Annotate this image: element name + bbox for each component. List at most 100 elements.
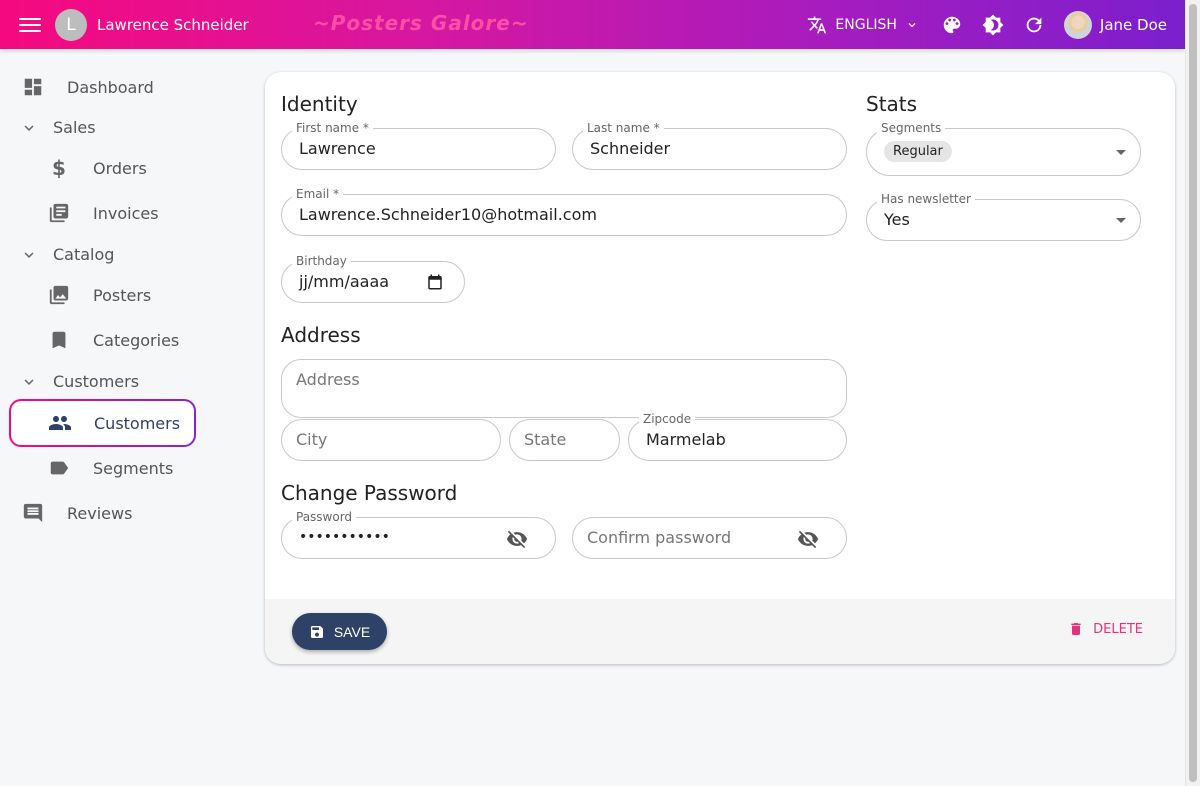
field-placeholder: City bbox=[296, 430, 328, 449]
field-placeholder: jj/mm/aaaa bbox=[299, 272, 390, 291]
visibility-off-icon[interactable] bbox=[796, 528, 820, 550]
chevron-down-icon bbox=[24, 378, 34, 385]
refresh-button[interactable] bbox=[1023, 14, 1045, 36]
sidebar-label: Customers bbox=[53, 372, 140, 391]
palette-button[interactable] bbox=[941, 14, 963, 36]
sidebar-item-segments[interactable]: Segments bbox=[48, 457, 173, 479]
first-name-field[interactable]: First name * Lawrence bbox=[281, 121, 556, 170]
field-value: Marmelab bbox=[646, 430, 726, 449]
posters-icon bbox=[48, 284, 70, 306]
field-label: Zipcode bbox=[639, 412, 696, 426]
user-menu[interactable]: Jane Doe bbox=[1063, 10, 1167, 39]
palette-icon bbox=[943, 16, 961, 33]
sidebar-label: Sales bbox=[53, 118, 96, 137]
brightness-icon bbox=[982, 14, 1004, 35]
page-title: Lawrence Schneider bbox=[97, 15, 249, 34]
confirm-password-field[interactable]: Confirm password bbox=[572, 517, 847, 559]
form-toolbar: SAVE DELETE bbox=[265, 599, 1175, 664]
delete-button[interactable]: DELETE bbox=[1068, 621, 1143, 637]
field-placeholder: Confirm password bbox=[587, 528, 732, 547]
password-field[interactable]: Password ••••••••••• bbox=[281, 510, 556, 559]
sidebar-group-customers[interactable]: Customers bbox=[20, 372, 139, 391]
sidebar-label: Categories bbox=[93, 330, 180, 350]
field-label: Password bbox=[292, 510, 357, 524]
app-bar: L Lawrence Schneider ~Posters Galore~ EN… bbox=[0, 0, 1185, 49]
address-title: Address bbox=[281, 323, 361, 347]
chevron-down-icon bbox=[24, 251, 34, 258]
sidebar-item-invoices[interactable]: Invoices bbox=[48, 202, 159, 224]
field-value: Yes bbox=[884, 210, 910, 229]
menu-icon[interactable] bbox=[19, 17, 41, 32]
sidebar-label: Customers bbox=[94, 413, 181, 433]
field-value: Lawrence bbox=[299, 139, 376, 158]
sidebar-group-sales[interactable]: Sales bbox=[20, 118, 96, 137]
sidebar-label: Dashboard bbox=[67, 77, 154, 97]
comment-icon bbox=[22, 502, 44, 524]
segment-chip[interactable]: Regular bbox=[884, 141, 952, 162]
field-value: Lawrence.Schneider10@hotmail.com bbox=[299, 205, 597, 224]
sidebar-label: Catalog bbox=[53, 245, 115, 264]
save-icon bbox=[310, 625, 323, 638]
dropdown-arrow-icon bbox=[1116, 150, 1126, 155]
sidebar-label: Orders bbox=[93, 158, 147, 178]
language-label: ENGLISH bbox=[835, 16, 897, 33]
record-avatar: L bbox=[55, 8, 87, 41]
language-selector[interactable]: ENGLISH bbox=[807, 15, 919, 35]
page-scrollbar[interactable] bbox=[1185, 0, 1200, 786]
sidebar-item-posters[interactable]: Posters bbox=[48, 284, 151, 306]
sidebar-label: Posters bbox=[93, 285, 152, 305]
customer-edit-form: Identity First name * Lawrence Last name… bbox=[265, 72, 1175, 664]
birthday-field[interactable]: Birthday jj/mm/aaaa bbox=[281, 254, 465, 303]
sidebar-item-customers[interactable]: Customers bbox=[9, 399, 196, 447]
field-placeholder: State bbox=[524, 430, 567, 449]
dashboard-icon bbox=[22, 76, 44, 98]
newsletter-select[interactable]: Has newsletter Yes bbox=[866, 192, 1141, 241]
sidebar-item-categories[interactable]: Categories bbox=[48, 329, 179, 351]
stats-title: Stats bbox=[866, 92, 918, 116]
sidebar-group-catalog[interactable]: Catalog bbox=[20, 245, 114, 264]
brand-logo: ~Posters Galore~ bbox=[313, 11, 529, 35]
chevron-down-icon bbox=[908, 22, 916, 27]
dropdown-arrow-icon bbox=[1116, 218, 1126, 223]
email-field[interactable]: Email * Lawrence.Schneider10@hotmail.com bbox=[281, 187, 847, 236]
invoices-icon bbox=[48, 202, 70, 224]
address-field[interactable]: Address bbox=[281, 359, 847, 418]
chevron-down-icon bbox=[24, 124, 34, 131]
change-password-title: Change Password bbox=[281, 481, 458, 505]
field-label: Has newsletter bbox=[877, 192, 975, 206]
field-label: First name * bbox=[292, 121, 373, 135]
save-button[interactable]: SAVE bbox=[292, 613, 387, 650]
bookmark-icon bbox=[48, 329, 70, 351]
last-name-field[interactable]: Last name * Schneider bbox=[572, 121, 847, 170]
field-placeholder: Address bbox=[296, 370, 360, 389]
refresh-icon bbox=[1026, 17, 1042, 32]
delete-label: DELETE bbox=[1093, 621, 1143, 637]
field-label: Email * bbox=[292, 187, 344, 201]
label-icon bbox=[48, 457, 70, 479]
identity-title: Identity bbox=[281, 92, 358, 116]
field-label: Birthday bbox=[292, 254, 351, 268]
people-icon bbox=[48, 411, 72, 435]
state-field[interactable]: State bbox=[509, 419, 620, 461]
sidebar-label: Reviews bbox=[67, 503, 133, 523]
translate-icon bbox=[808, 16, 827, 33]
sidebar-item-reviews[interactable]: Reviews bbox=[22, 502, 132, 524]
visibility-off-icon[interactable] bbox=[505, 528, 529, 550]
segments-select[interactable]: Segments Regular bbox=[866, 121, 1141, 176]
calendar-icon[interactable] bbox=[426, 273, 444, 291]
city-field[interactable]: City bbox=[281, 419, 501, 461]
field-value: Schneider bbox=[590, 139, 671, 158]
dollar-icon: $ bbox=[52, 156, 66, 180]
sidebar-label: Invoices bbox=[93, 203, 159, 223]
sidebar-label: Segments bbox=[93, 458, 174, 478]
sidebar-item-dashboard[interactable]: Dashboard bbox=[22, 76, 154, 98]
theme-toggle-button[interactable] bbox=[982, 14, 1004, 36]
field-label: Last name * bbox=[583, 121, 664, 135]
save-label: SAVE bbox=[333, 623, 371, 640]
sidebar-item-orders[interactable]: $ Orders bbox=[48, 156, 147, 180]
field-label: Segments bbox=[877, 121, 946, 135]
scrollbar-thumb[interactable] bbox=[1189, 4, 1197, 782]
field-value: ••••••••••• bbox=[299, 529, 390, 545]
zipcode-field[interactable]: Zipcode Marmelab bbox=[628, 412, 847, 461]
user-avatar bbox=[1063, 10, 1092, 39]
